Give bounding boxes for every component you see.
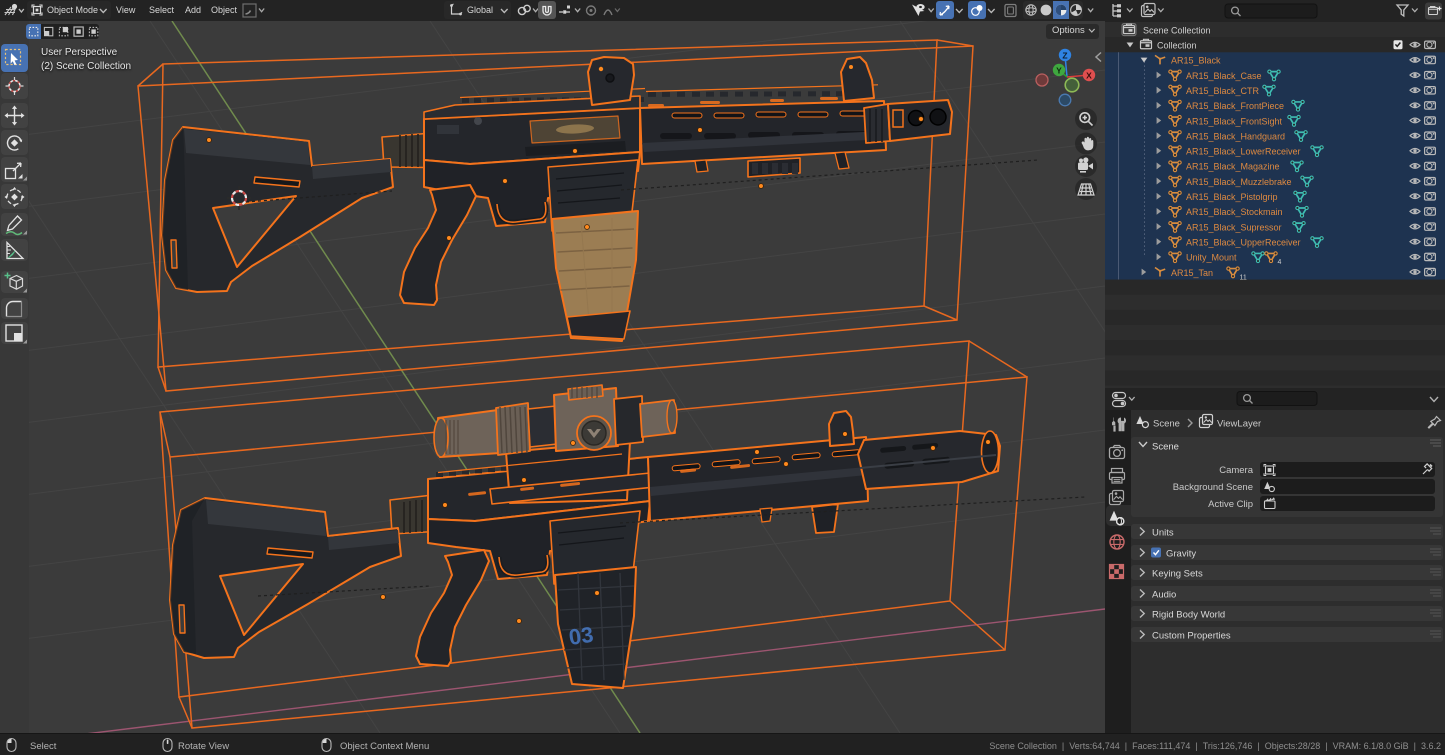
- svg-text:Keying Sets: Keying Sets: [1152, 569, 1203, 580]
- svg-text:Collection: Collection: [1157, 41, 1197, 51]
- svg-text:Background Scene: Background Scene: [1173, 482, 1253, 493]
- svg-text:AR15_Black_Pistolgrip: AR15_Black_Pistolgrip: [1186, 192, 1278, 202]
- svg-text:AR15_Tan: AR15_Tan: [1171, 268, 1213, 278]
- svg-text:AR15_Black_Supressor: AR15_Black_Supressor: [1186, 222, 1282, 232]
- svg-text:AR15_Black_FrontSight: AR15_Black_FrontSight: [1186, 116, 1283, 126]
- svg-text:03: 03: [567, 622, 595, 650]
- svg-text:Units: Units: [1152, 528, 1174, 539]
- svg-text:AR15_Black_Muzzlebrake: AR15_Black_Muzzlebrake: [1186, 177, 1292, 187]
- svg-text:Custom Properties: Custom Properties: [1152, 631, 1231, 642]
- svg-text:AR15_Black_CTR: AR15_Black_CTR: [1186, 86, 1260, 96]
- svg-text:ViewLayer: ViewLayer: [1217, 419, 1261, 430]
- svg-text:AR15_Black: AR15_Black: [1171, 56, 1221, 66]
- svg-text:Gravity: Gravity: [1166, 549, 1196, 560]
- svg-text:Unity_Mount: Unity_Mount: [1186, 253, 1237, 263]
- svg-text:Scene Collection: Scene Collection: [1143, 25, 1211, 35]
- svg-text:Scene: Scene: [1153, 419, 1180, 430]
- svg-text:AR15_Black_FrontPiece: AR15_Black_FrontPiece: [1186, 101, 1284, 111]
- svg-text:Rigid Body World: Rigid Body World: [1152, 610, 1225, 621]
- svg-text:11: 11: [1240, 274, 1247, 281]
- svg-text:AR15_Black_UpperReceiver: AR15_Black_UpperReceiver: [1186, 237, 1301, 247]
- svg-text:Active Clip: Active Clip: [1208, 499, 1253, 510]
- svg-text:AR15_Black_Handguard: AR15_Black_Handguard: [1186, 131, 1285, 141]
- svg-text:4: 4: [1278, 259, 1282, 266]
- svg-text:Scene: Scene: [1152, 442, 1179, 453]
- svg-text:AR15_Black_LowerReceiver: AR15_Black_LowerReceiver: [1186, 147, 1301, 157]
- svg-text:Audio: Audio: [1152, 590, 1176, 601]
- svg-text:Camera: Camera: [1219, 465, 1254, 476]
- svg-text:AR15_Black_Magazine: AR15_Black_Magazine: [1186, 162, 1280, 172]
- svg-text:AR15_Black_Stockmain: AR15_Black_Stockmain: [1186, 207, 1283, 217]
- svg-text:AR15_Black_Case: AR15_Black_Case: [1186, 71, 1262, 81]
